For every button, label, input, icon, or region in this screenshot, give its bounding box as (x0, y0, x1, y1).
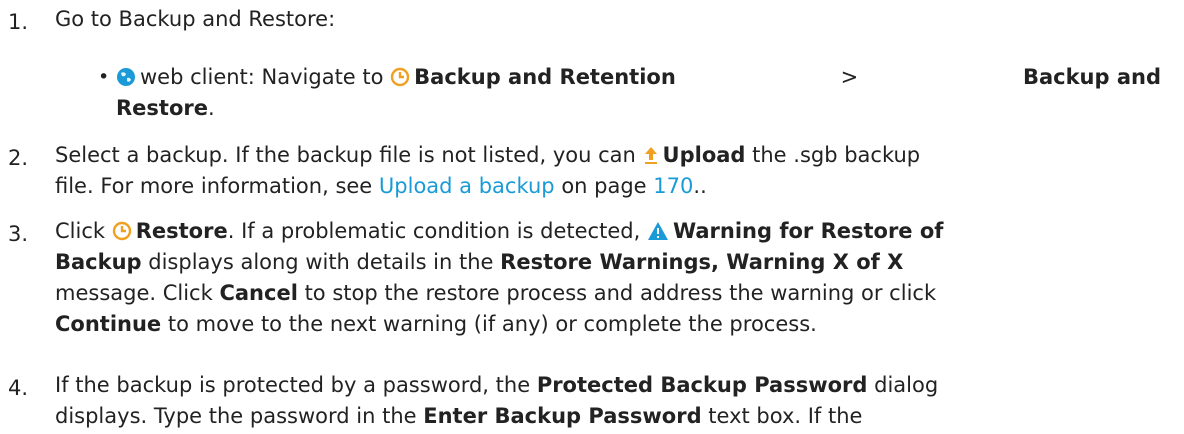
client-label: web client: Navigate to (140, 65, 384, 89)
step-number: 2. (8, 146, 29, 170)
warning-icon (647, 221, 669, 241)
enter-backup-password-label: Enter Backup Password (423, 404, 702, 428)
warning-title: Warning for Restore of (672, 219, 944, 243)
restore-action: Restore (135, 219, 228, 243)
continue-label: Continue (55, 312, 162, 336)
step-number: 4. (8, 376, 29, 400)
protected-backup-password-label: Protected Backup Password (536, 373, 868, 397)
upload-action: Upload (662, 143, 746, 167)
restore-warnings-message: Restore Warnings, Warning X of X (500, 250, 904, 274)
cancel-label: Cancel (219, 281, 298, 305)
step-text: Go to Backup and Restore: (55, 7, 336, 31)
nav-bold-2a: Backup and (1022, 65, 1161, 89)
sub-bullet: • web client: Navigate to Backup and Ret… (98, 62, 1166, 124)
restore-icon (112, 221, 132, 241)
document-page: 1. Go to Backup and Restore: • web clien… (0, 0, 1184, 434)
globe-icon (116, 67, 136, 87)
step-number: 1. (8, 10, 29, 34)
page-link[interactable]: 170 (653, 174, 693, 198)
upload-backup-link[interactable]: Upload a backup (379, 174, 555, 198)
nav-bold-2b: Restore (116, 96, 208, 120)
step-number: 3. (8, 222, 29, 246)
nav-separator: > (840, 65, 859, 89)
clock-history-icon (390, 67, 410, 87)
upload-icon (643, 145, 659, 165)
warning-title-cont: Backup (55, 250, 142, 274)
nav-bold-1: Backup and Retention (414, 65, 676, 89)
bullet-dot: • (98, 66, 110, 88)
